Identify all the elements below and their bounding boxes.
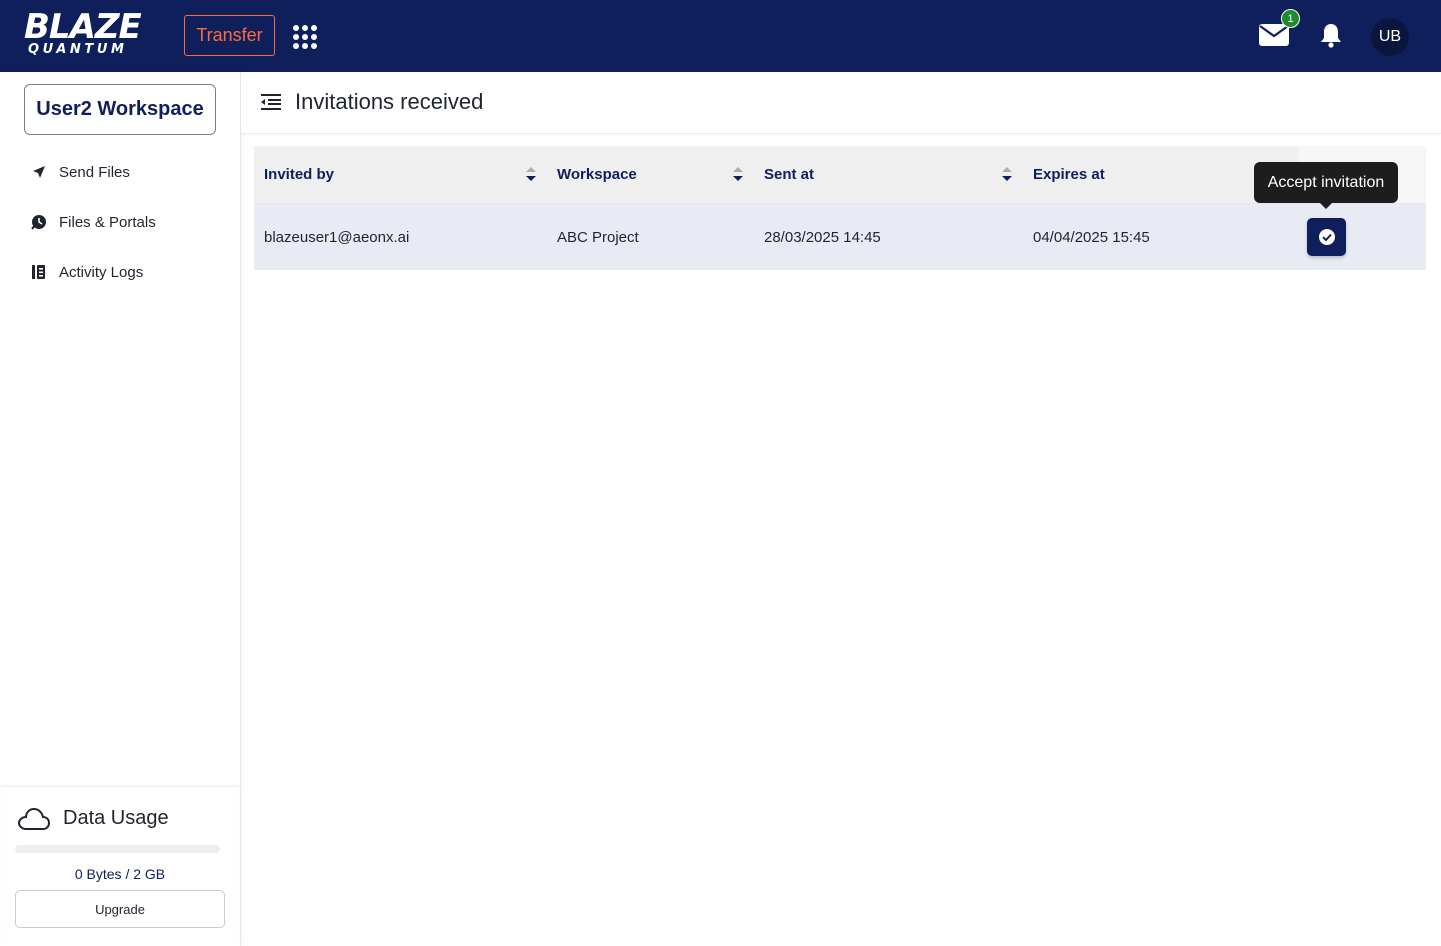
data-usage-title: Data Usage xyxy=(63,807,169,829)
data-usage-progress-bar xyxy=(15,845,220,853)
logo-text-blaze: BLAZE xyxy=(24,7,142,47)
sidebar-item-label: Activity Logs xyxy=(59,263,144,281)
page-header: Invitations received xyxy=(241,72,1441,134)
cloud-icon xyxy=(17,807,51,830)
top-navigation-bar: BLAZE QUANTUM Transfer 1 UB xyxy=(0,0,1441,72)
bell-icon[interactable] xyxy=(1320,22,1342,48)
column-header-expires-at[interactable]: Expires at xyxy=(1033,146,1105,203)
workspace-selector-button[interactable]: User2 Workspace xyxy=(24,84,216,135)
upgrade-button[interactable]: Upgrade xyxy=(15,890,225,928)
table-header: Invited by Workspace Sent at Expires at … xyxy=(254,146,1426,203)
cell-expires-at: 04/04/2025 15:45 xyxy=(1033,229,1150,246)
column-header-workspace[interactable]: Workspace xyxy=(557,146,637,203)
transfer-button[interactable]: Transfer xyxy=(184,15,275,56)
mail-notification-badge: 1 xyxy=(1281,9,1300,28)
cell-invited-by: blazeuser1@aeonx.ai xyxy=(264,229,410,246)
sort-icon[interactable] xyxy=(732,165,744,183)
cell-workspace: ABC Project xyxy=(557,229,639,246)
files-portals-icon xyxy=(30,213,48,231)
grid-icon[interactable] xyxy=(292,24,318,50)
data-usage-panel: Data Usage 0 Bytes / 2 GB Upgrade xyxy=(1,786,239,942)
invitations-table: Invited by Workspace Sent at Expires at … xyxy=(254,146,1426,270)
data-usage-amount: 0 Bytes / 2 GB xyxy=(74,866,166,882)
sidebar-item-label: Files & Portals xyxy=(59,213,156,231)
sidebar-item-label: Send Files xyxy=(59,163,130,181)
cell-sent-at: 28/03/2025 14:45 xyxy=(764,229,881,246)
blaze-quantum-logo[interactable]: BLAZE QUANTUM xyxy=(24,10,164,60)
table-row: blazeuser1@aeonx.ai ABC Project 28/03/20… xyxy=(254,203,1426,270)
check-circle-icon xyxy=(1318,229,1335,245)
menu-collapse-icon[interactable] xyxy=(259,90,283,114)
sort-icon[interactable] xyxy=(525,165,537,183)
accept-invitation-button[interactable] xyxy=(1307,218,1346,256)
logo-text-quantum: QUANTUM xyxy=(28,42,128,57)
send-icon xyxy=(30,163,48,181)
accept-invitation-tooltip: Accept invitation xyxy=(1254,162,1398,203)
sidebar-item-files-portals[interactable]: Files & Portals xyxy=(24,206,224,238)
sidebar-item-activity-logs[interactable]: Activity Logs xyxy=(24,256,224,288)
tooltip-arrow xyxy=(1319,202,1333,209)
page-title: Invitations received xyxy=(295,89,484,114)
user-avatar[interactable]: UB xyxy=(1371,18,1409,56)
column-header-sent-at[interactable]: Sent at xyxy=(764,146,814,203)
sidebar: User2 Workspace Send Files Files & Porta… xyxy=(0,72,241,946)
activity-logs-icon xyxy=(30,263,48,281)
column-header-invited-by[interactable]: Invited by xyxy=(264,146,334,203)
sidebar-item-send-files[interactable]: Send Files xyxy=(24,156,224,188)
sort-icon[interactable] xyxy=(1001,165,1013,183)
